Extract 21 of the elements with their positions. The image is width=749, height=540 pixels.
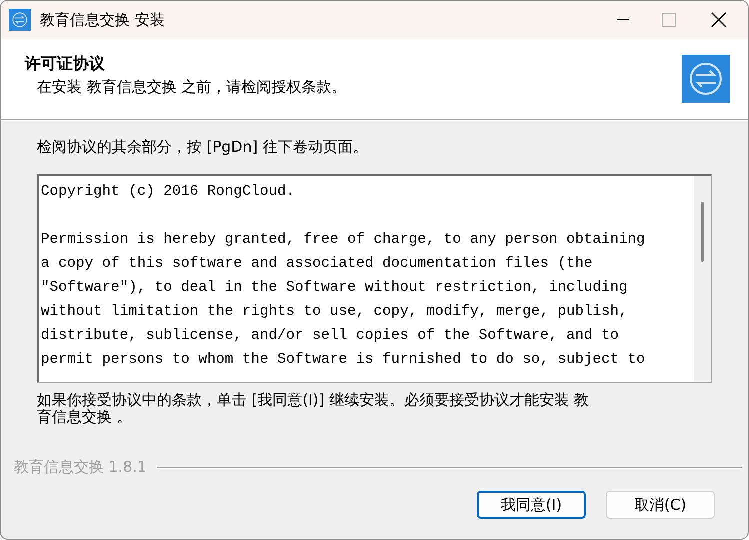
agree-button[interactable]: 我同意(I) xyxy=(477,491,586,519)
license-line: "Software"), to deal in the Software without restriction, including xyxy=(41,279,629,298)
license-line: without limitation the rights to use, copy, modify, merge, publish, xyxy=(41,303,629,322)
minimize-icon[interactable] xyxy=(617,19,629,21)
instruction-text: 检阅协议的其余部分，按 [PgDn] 往下卷动页面。 xyxy=(37,138,369,157)
license-text-box[interactable] xyxy=(37,174,712,383)
page-subtitle: 在安装 教育信息交换 之前，请检阅授权条款。 xyxy=(37,78,348,96)
window-title: 教育信息交换 安装 xyxy=(40,10,166,30)
cancel-button[interactable]: 取消(C) xyxy=(606,491,715,519)
app-icon xyxy=(9,9,31,31)
license-line: Copyright (c) 2016 RongCloud. xyxy=(41,183,296,202)
branding-text: 教育信息交换 1.8.1 xyxy=(14,458,147,477)
close-icon[interactable] xyxy=(711,12,727,28)
notice-text: 如果你接受协议中的条款，单击 [我同意(I)] 继续安装。必须要接受协议才能安装 教育信息交换 。 xyxy=(37,392,590,426)
logo-icon xyxy=(682,55,730,103)
scrollbar-thumb[interactable] xyxy=(701,202,704,262)
license-line: Permission is hereby granted, free of charge, to any person obtaining xyxy=(41,231,646,250)
license-line: permit persons to whom the Software is furnished to do so, subject to xyxy=(41,351,646,370)
page-title: 许可证协议 xyxy=(25,54,106,74)
license-line: a copy of this software and associated documentation files (the xyxy=(41,255,594,274)
license-line: distribute, sublicense, and/or sell copies of the Software, and to xyxy=(41,327,620,346)
